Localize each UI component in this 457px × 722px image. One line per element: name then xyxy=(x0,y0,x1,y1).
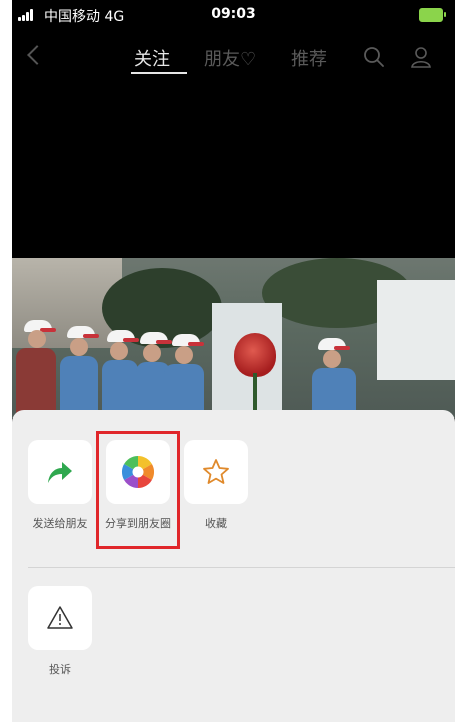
tab-follow[interactable]: 关注 xyxy=(134,45,170,71)
status-time: 09:03 xyxy=(211,6,256,22)
warning-triangle-icon xyxy=(47,606,73,629)
status-bar: 中国移动 4G 09:03 xyxy=(12,0,455,30)
search-icon[interactable] xyxy=(363,46,385,68)
active-tab-indicator xyxy=(131,72,187,74)
top-nav-bar: 关注 朋友♡ 推荐 xyxy=(12,36,455,80)
phone-screen: 中国移动 4G 09:03 关注 朋友♡ 推荐 发送给朋友 分享到朋友圈 收藏 … xyxy=(12,0,455,722)
user-profile-icon[interactable] xyxy=(410,46,432,68)
share-sheet: 发送给朋友 分享到朋友圈 收藏 投诉 xyxy=(12,410,455,722)
tab-recommended[interactable]: 推荐 xyxy=(291,45,327,71)
share-action-favorite[interactable]: 收藏 xyxy=(176,440,256,531)
share-action-label: 收藏 xyxy=(205,517,227,530)
tab-friends[interactable]: 朋友♡ xyxy=(204,45,256,71)
forward-arrow-icon xyxy=(48,462,72,483)
share-action-label: 发送给朋友 xyxy=(32,517,88,530)
share-action-send-to-friend[interactable]: 发送给朋友 xyxy=(20,440,100,531)
video-area[interactable] xyxy=(12,80,455,258)
star-icon xyxy=(203,459,229,484)
share-action-report[interactable]: 投诉 xyxy=(20,586,100,677)
section-divider xyxy=(28,567,455,568)
battery-charging-icon xyxy=(419,8,446,22)
highlight-box xyxy=(96,431,180,549)
share-action-label: 投诉 xyxy=(49,663,71,676)
video-frame-image xyxy=(12,258,455,418)
back-chevron-icon[interactable] xyxy=(27,45,47,65)
